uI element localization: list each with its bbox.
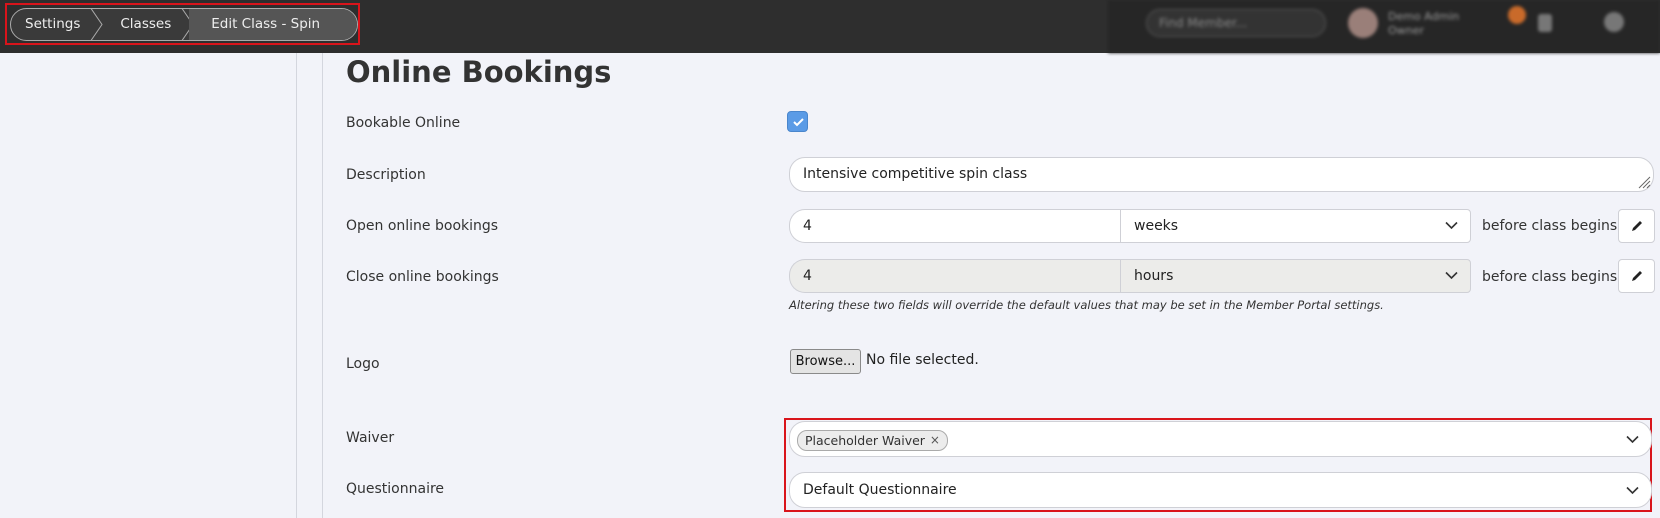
content-divider — [322, 53, 323, 518]
close-bookings-label: Close online bookings — [346, 269, 499, 285]
chevron-down-icon — [1445, 221, 1458, 230]
bookable-online-checkbox[interactable] — [787, 111, 808, 132]
breadcrumb-label: Classes — [120, 16, 172, 32]
breadcrumb-current: Edit Class - Spin Class — [189, 9, 357, 40]
resize-grip-icon[interactable] — [1637, 175, 1651, 189]
edit-open-bookings-button[interactable] — [1618, 209, 1655, 243]
checkmark-icon — [793, 118, 804, 127]
user-menu[interactable]: Demo Admin Owner — [1388, 10, 1459, 38]
pencil-icon — [1632, 221, 1642, 231]
open-bookings-unit: weeks — [1134, 218, 1179, 234]
chevron-down-icon — [1626, 486, 1639, 495]
breadcrumb-classes[interactable]: Classes — [98, 9, 194, 40]
questionnaire-value: Default Questionnaire — [803, 482, 957, 498]
file-status: No file selected. — [866, 352, 979, 368]
breadcrumb-highlight: Settings Classes Edit Class - Spin Class — [5, 3, 360, 45]
bookable-online-label: Bookable Online — [346, 115, 461, 131]
description-textarea[interactable]: Intensive competitive spin class — [789, 157, 1654, 192]
logo-label: Logo — [346, 356, 380, 372]
open-bookings-label: Open online bookings — [346, 218, 499, 234]
breadcrumb: Settings Classes Edit Class - Spin Class — [10, 8, 358, 41]
questionnaire-label: Questionnaire — [346, 481, 445, 497]
notification-badge — [1508, 6, 1526, 24]
close-bookings-unit-select[interactable]: hours — [1120, 259, 1471, 293]
breadcrumb-label: Settings — [25, 16, 81, 32]
member-search-input[interactable]: Find Member... — [1146, 9, 1326, 37]
waiver-select[interactable]: Placeholder Waiver × — [789, 421, 1652, 457]
breadcrumb-label: Edit Class - Spin Class — [211, 16, 321, 32]
edit-close-bookings-button[interactable] — [1618, 259, 1655, 293]
close-bookings-value: 4 — [803, 268, 812, 284]
sidebar-divider — [296, 53, 297, 518]
user-name: Demo Admin — [1388, 10, 1460, 23]
waiver-label: Waiver — [346, 430, 395, 446]
questionnaire-select[interactable]: Default Questionnaire — [789, 472, 1652, 508]
user-toolbar: Find Member... Demo Admin Owner — [1108, 0, 1660, 53]
chevron-down-icon — [1445, 271, 1458, 280]
waiver-tag: Placeholder Waiver × — [797, 430, 948, 451]
close-bookings-value-input[interactable]: 4 — [789, 259, 1120, 293]
open-bookings-value-input[interactable]: 4 — [789, 209, 1120, 243]
open-bookings-value: 4 — [803, 218, 812, 234]
close-bookings-unit: hours — [1134, 268, 1174, 284]
bell-icon[interactable] — [1538, 14, 1552, 32]
description-value: Intensive competitive spin class — [803, 166, 1028, 182]
open-bookings-unit-select[interactable]: weeks — [1120, 209, 1471, 243]
settings-icon[interactable] — [1604, 12, 1624, 32]
user-role: Owner — [1388, 24, 1424, 37]
avatar[interactable] — [1348, 8, 1378, 38]
remove-tag-icon[interactable]: × — [930, 431, 940, 450]
close-bookings-suffix: before class begins — [1482, 269, 1618, 285]
bookings-help-text: Altering these two fields will override … — [789, 298, 1384, 312]
waiver-tag-label: Placeholder Waiver — [805, 433, 925, 448]
chevron-down-icon — [1626, 435, 1639, 444]
browse-button[interactable]: Browse... — [790, 349, 861, 374]
breadcrumb-settings[interactable]: Settings — [11, 9, 103, 40]
pencil-icon — [1632, 271, 1642, 281]
section-title: Online Bookings — [346, 55, 612, 89]
description-label: Description — [346, 167, 426, 183]
open-bookings-suffix: before class begins — [1482, 218, 1618, 234]
top-bar: Settings Classes Edit Class - Spin Class… — [0, 0, 1660, 53]
